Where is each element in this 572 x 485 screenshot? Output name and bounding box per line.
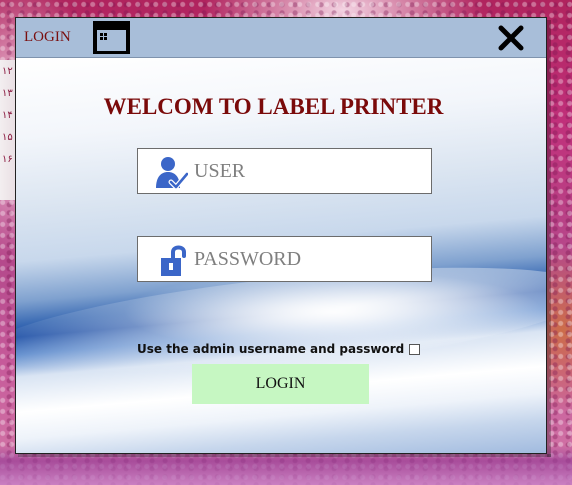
padlock-open-icon [161,245,186,276]
welcome-heading: WELCOM TO LABEL PRINTER [103,94,444,119]
admin-hint-row: Use the admin username and password [137,342,421,356]
window-title: LOGIN [24,29,71,45]
login-button[interactable]: LOGIN [192,364,369,404]
password-input[interactable] [194,245,424,273]
password-field[interactable] [137,236,432,282]
user-input[interactable] [194,157,424,185]
window-shadow-bottom [18,454,551,457]
window-shadow [547,20,551,457]
login-window: LOGIN WELCOM TO LABEL PRINTER USER Use t… [15,17,547,454]
user-field[interactable] [137,148,432,194]
title-bar: LOGIN [16,18,546,58]
login-panel: WELCOM TO LABEL PRINTER Use the admin us… [16,58,546,453]
close-icon [498,25,524,51]
close-button[interactable] [496,24,526,52]
user-check-icon [156,157,188,189]
grid-window-icon [93,21,130,54]
admin-hint-label: Use the admin username and password [137,342,405,356]
admin-checkbox[interactable] [409,343,421,355]
